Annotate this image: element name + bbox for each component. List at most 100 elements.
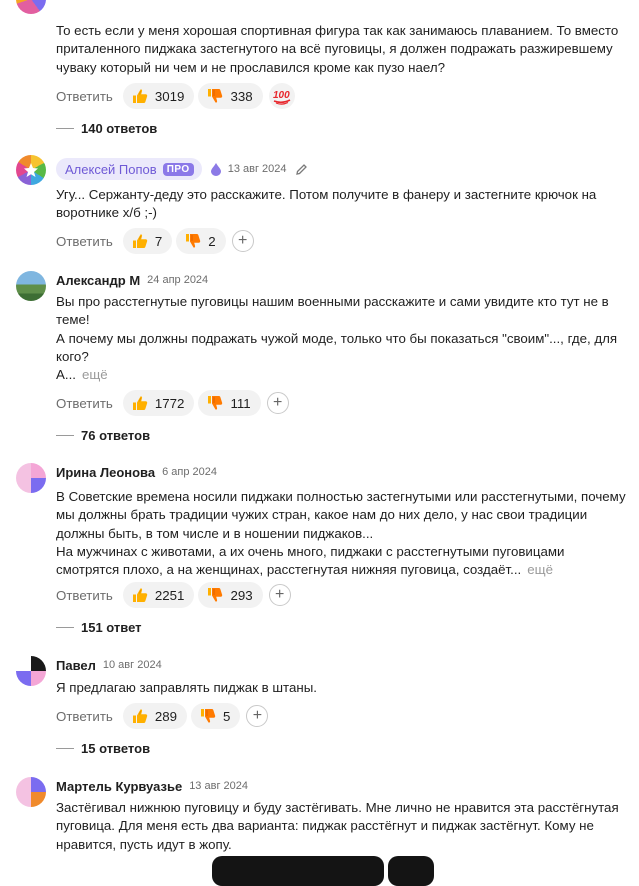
comment-text: Угу... Сержанту-деду это расскажите. Пот… [56,186,626,223]
thumbs-down-icon [184,232,202,250]
comment-date: 10 авг 2024 [102,659,162,671]
comment-paragraph: В Советские времена носили пиджаки полно… [56,489,626,541]
avatar[interactable] [16,271,46,301]
like-button[interactable]: 2251 [122,582,195,608]
svg-text:100: 100 [273,90,290,101]
floating-toolbar[interactable] [212,856,384,886]
replies-toggle[interactable]: 15 ответов [56,738,150,758]
comment-paragraph: Угу... Сержанту-деду это расскажите. Пот… [56,187,597,221]
more-link[interactable]: ещё [82,367,108,382]
comment-text: В Советские времена носили пиджаки полно… [56,488,626,579]
replies-divider [56,127,74,129]
comment-date: 13 авг 2024 [227,163,287,175]
replies-toggle[interactable]: 151 ответ [56,617,142,637]
reaction-button[interactable]: 100 [268,83,295,109]
replies-count: 140 ответов [81,120,158,136]
replies-divider [56,626,74,628]
avatar[interactable] [16,656,46,686]
comment-date: 6 апр 2024 [162,466,218,478]
comment-text: Я предлагаю заправлять пиджак в штаны. [56,679,626,697]
thumbs-up-icon [131,586,149,604]
author-name[interactable]: Александр М [56,273,140,288]
comment-text: Вы про расстегнутые пуговицы нашим военн… [56,293,626,384]
comment-actions: Ответить 289 5 + [56,703,269,729]
dislike-button[interactable]: 2 [176,228,226,254]
replies-count: 151 ответ [81,619,142,635]
author-name[interactable]: Ирина Леонова [56,465,155,480]
comment-text: То есть если у меня хорошая спортивная ф… [56,22,626,77]
thumbs-down-icon [206,586,224,604]
thumbs-up-icon [131,707,149,725]
comment-truncated-text: На мужчинах с животами, а их очень много… [56,543,565,578]
like-button[interactable]: 289 [122,703,188,729]
replies-divider [56,434,74,436]
comment-paragraph: А... ещё [56,366,626,384]
drop-icon [210,162,221,176]
replies-count: 15 ответов [81,740,151,756]
dislike-count: 5 [223,708,231,724]
like-count: 289 [154,708,178,724]
author-chip[interactable]: Алексей Попов ПРО [56,158,202,180]
plus-icon: + [252,707,263,724]
reply-button[interactable]: Ответить [56,709,113,724]
dislike-count: 2 [208,233,216,249]
like-count: 7 [154,233,163,249]
star-icon [24,163,38,177]
thumbs-up-icon [131,394,149,412]
comment-paragraph: А почему мы должны подражать чужой моде,… [56,330,618,364]
comment-actions: Ответить 7 2 + [56,228,254,254]
comment-truncated-text: А... [56,367,76,383]
dislike-count: 111 [230,395,251,411]
more-link[interactable]: ещё [527,562,553,577]
thumbs-up-icon [131,232,149,250]
add-reaction-button[interactable]: + [268,584,291,606]
comment-paragraph: То есть если у меня хорошая спортивная ф… [56,23,619,75]
reply-button[interactable]: Ответить [56,89,113,104]
author-name[interactable]: Мартель Курвуазье [56,779,182,794]
replies-toggle[interactable]: 76 ответов [56,425,150,445]
thumbs-down-icon [199,707,217,725]
dislike-button[interactable]: 5 [191,703,241,729]
comment-header: Ирина Леонова 6 апр 2024 [56,461,217,483]
like-button[interactable]: 3019 [122,83,195,109]
thumbs-down-icon [206,394,224,412]
hundred-points-icon: 100 [273,90,290,105]
replies-toggle[interactable]: 140 ответов [56,118,157,138]
reply-button[interactable]: Ответить [56,396,113,411]
comment-paragraph: Я предлагаю заправлять пиджак в штаны. [56,680,317,695]
like-count: 1772 [154,395,185,411]
dislike-button[interactable]: 111 [198,390,261,416]
plus-icon: + [274,586,285,603]
add-reaction-button[interactable]: + [231,230,254,252]
thumbs-up-icon [131,87,149,105]
avatar[interactable] [16,155,46,185]
comment-header: Александр М 24 апр 2024 [56,269,208,291]
replies-divider [56,747,74,749]
comment-actions: Ответить 1772 111 + [56,390,289,416]
floating-toolbar-button[interactable] [388,856,434,886]
avatar[interactable] [16,777,46,807]
thumbs-down-icon [206,87,224,105]
comment-header: Павел 10 авг 2024 [56,654,162,676]
plus-icon: + [237,232,248,249]
reply-button[interactable]: Ответить [56,588,113,603]
reply-button[interactable]: Ответить [56,234,113,249]
comment-actions: Ответить 2251 293 + [56,582,291,608]
comment-header: Мартель Курвуазье 13 авг 2024 [56,775,248,797]
comment-date: 13 авг 2024 [189,780,248,792]
like-button[interactable]: 1772 [122,390,195,416]
comment-paragraph: Вы про расстегнутые пуговицы нашим военн… [56,294,609,328]
author-name[interactable]: Павел [56,658,96,673]
dislike-count: 338 [230,88,253,104]
pencil-icon [295,163,308,176]
add-reaction-button[interactable]: + [246,705,269,727]
avatar[interactable] [16,463,46,493]
like-button[interactable]: 7 [122,228,173,254]
pro-badge: ПРО [162,162,194,176]
avatar[interactable] [16,0,46,14]
add-reaction-button[interactable]: + [266,392,289,414]
comment-actions: Ответить 3019 338 100 [56,83,295,109]
dislike-button[interactable]: 338 [198,83,263,109]
dislike-button[interactable]: 293 [198,582,263,608]
dislike-count: 293 [230,587,253,603]
